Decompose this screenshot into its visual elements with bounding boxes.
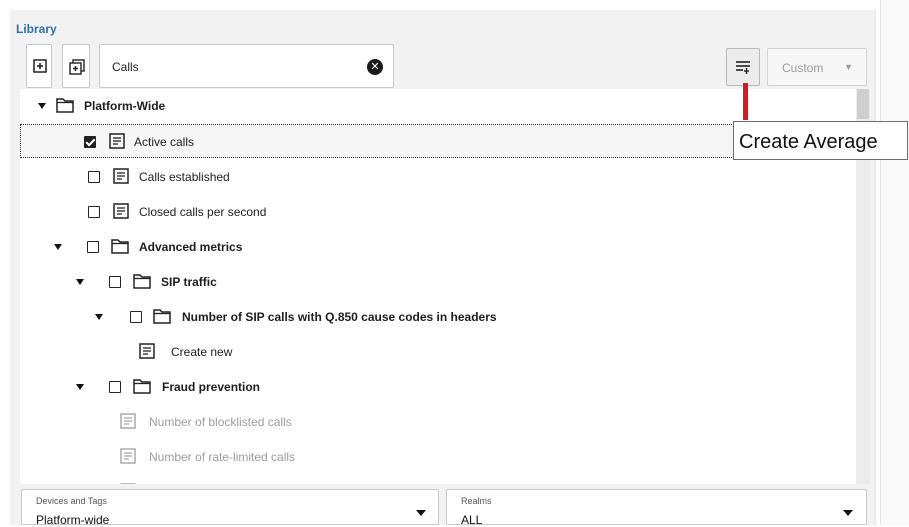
checkbox[interactable] xyxy=(130,311,142,323)
realms-select[interactable]: Realms ALL xyxy=(446,489,867,527)
chevron-down-icon: ▼ xyxy=(844,62,853,72)
metric-doc-icon xyxy=(120,413,136,432)
folder-icon xyxy=(133,378,151,397)
tree-row-label: Number of blocklisted calls xyxy=(149,415,292,429)
annotation-pointer xyxy=(743,83,748,120)
expand-caret-icon[interactable] xyxy=(95,314,103,320)
tree-row-blocklisted-calls[interactable]: Number of blocklisted calls xyxy=(20,405,856,439)
metric-doc-icon xyxy=(120,483,136,484)
expand-caret-icon[interactable] xyxy=(38,103,46,109)
expand-plus-icon xyxy=(33,59,47,73)
tree-row-label: Platform-Wide xyxy=(84,99,166,113)
tree-row-label: Create new xyxy=(171,345,233,359)
create-average-button[interactable] xyxy=(726,48,760,86)
checkbox[interactable] xyxy=(109,381,121,393)
checkbox[interactable] xyxy=(84,136,96,148)
tree-row-advanced-metrics[interactable]: Advanced metrics xyxy=(20,230,856,264)
tree-row-closed-calls[interactable]: Closed calls per second xyxy=(20,195,856,229)
folder-icon xyxy=(133,273,151,292)
search-input[interactable] xyxy=(110,57,350,77)
tree-row-label: Number of SIP calls with Q.850 cause cod… xyxy=(182,310,497,324)
metric-doc-icon xyxy=(139,343,155,362)
custom-label: Custom xyxy=(782,61,824,75)
chevron-down-icon xyxy=(416,510,426,516)
checkbox[interactable] xyxy=(87,241,99,253)
list-add-icon xyxy=(736,61,750,74)
tree-row-label: Fraud prevention xyxy=(162,380,261,394)
tree-row-label: Active calls xyxy=(134,135,195,149)
chevron-down-icon xyxy=(843,510,853,516)
metric-doc-icon xyxy=(120,448,136,467)
tree-row-sip-traffic[interactable]: SIP traffic xyxy=(20,265,856,299)
custom-dropdown[interactable]: Custom ▼ xyxy=(767,48,867,86)
metric-doc-icon xyxy=(109,133,125,152)
folder-icon xyxy=(153,308,171,327)
realms-label: Realms xyxy=(461,496,492,506)
tree-row-calls-established[interactable]: Calls established xyxy=(20,160,856,194)
metric-doc-icon xyxy=(113,203,129,222)
checkbox[interactable] xyxy=(88,171,100,183)
search-box: ✕ xyxy=(99,44,394,88)
expand-all-button[interactable] xyxy=(26,44,52,88)
library-title: Library xyxy=(16,22,57,36)
scrollbar-thumb[interactable] xyxy=(857,89,869,119)
tree-row-fraud-prevention[interactable]: Fraud prevention xyxy=(20,370,856,404)
checkbox[interactable] xyxy=(88,206,100,218)
tree-row-platform-wide[interactable]: Platform-Wide xyxy=(20,89,856,123)
right-gutter xyxy=(880,0,909,525)
tree-row-rate-limited-calls[interactable]: Number of rate-limited calls xyxy=(20,440,856,474)
expand-recursive-button[interactable] xyxy=(62,44,90,88)
checkbox[interactable] xyxy=(109,276,121,288)
tree-row-create-new[interactable]: Create new xyxy=(20,335,856,369)
folder-icon xyxy=(56,97,74,116)
library-tree: Platform-Wide Active calls Calls establi… xyxy=(20,89,856,484)
tree-row-q850-calls[interactable]: Number of SIP calls with Q.850 cause cod… xyxy=(20,300,856,334)
metric-doc-icon xyxy=(113,168,129,187)
tree-row-label: SIP traffic xyxy=(161,275,217,289)
tree-row-label: Calls established xyxy=(139,170,230,184)
devices-and-tags-select[interactable]: Devices and Tags Platform-wide xyxy=(21,489,439,527)
devices-label: Devices and Tags xyxy=(36,496,107,506)
expand-caret-icon[interactable] xyxy=(54,244,62,250)
create-average-tooltip: Create Average xyxy=(733,121,908,160)
tree-row-label: Closed calls per second xyxy=(139,205,267,219)
expand-all-plus-icon xyxy=(69,59,85,75)
folder-icon xyxy=(111,238,129,257)
expand-caret-icon[interactable] xyxy=(76,279,84,285)
tree-row-active-calls[interactable]: Active calls xyxy=(20,124,744,158)
tree-row-label: Number of rate-limited calls xyxy=(149,450,296,464)
expand-caret-icon[interactable] xyxy=(76,384,84,390)
clear-search-icon[interactable]: ✕ xyxy=(367,59,383,75)
tree-row-label: Advanced metrics xyxy=(139,240,243,254)
tree-row-partial xyxy=(20,475,856,484)
